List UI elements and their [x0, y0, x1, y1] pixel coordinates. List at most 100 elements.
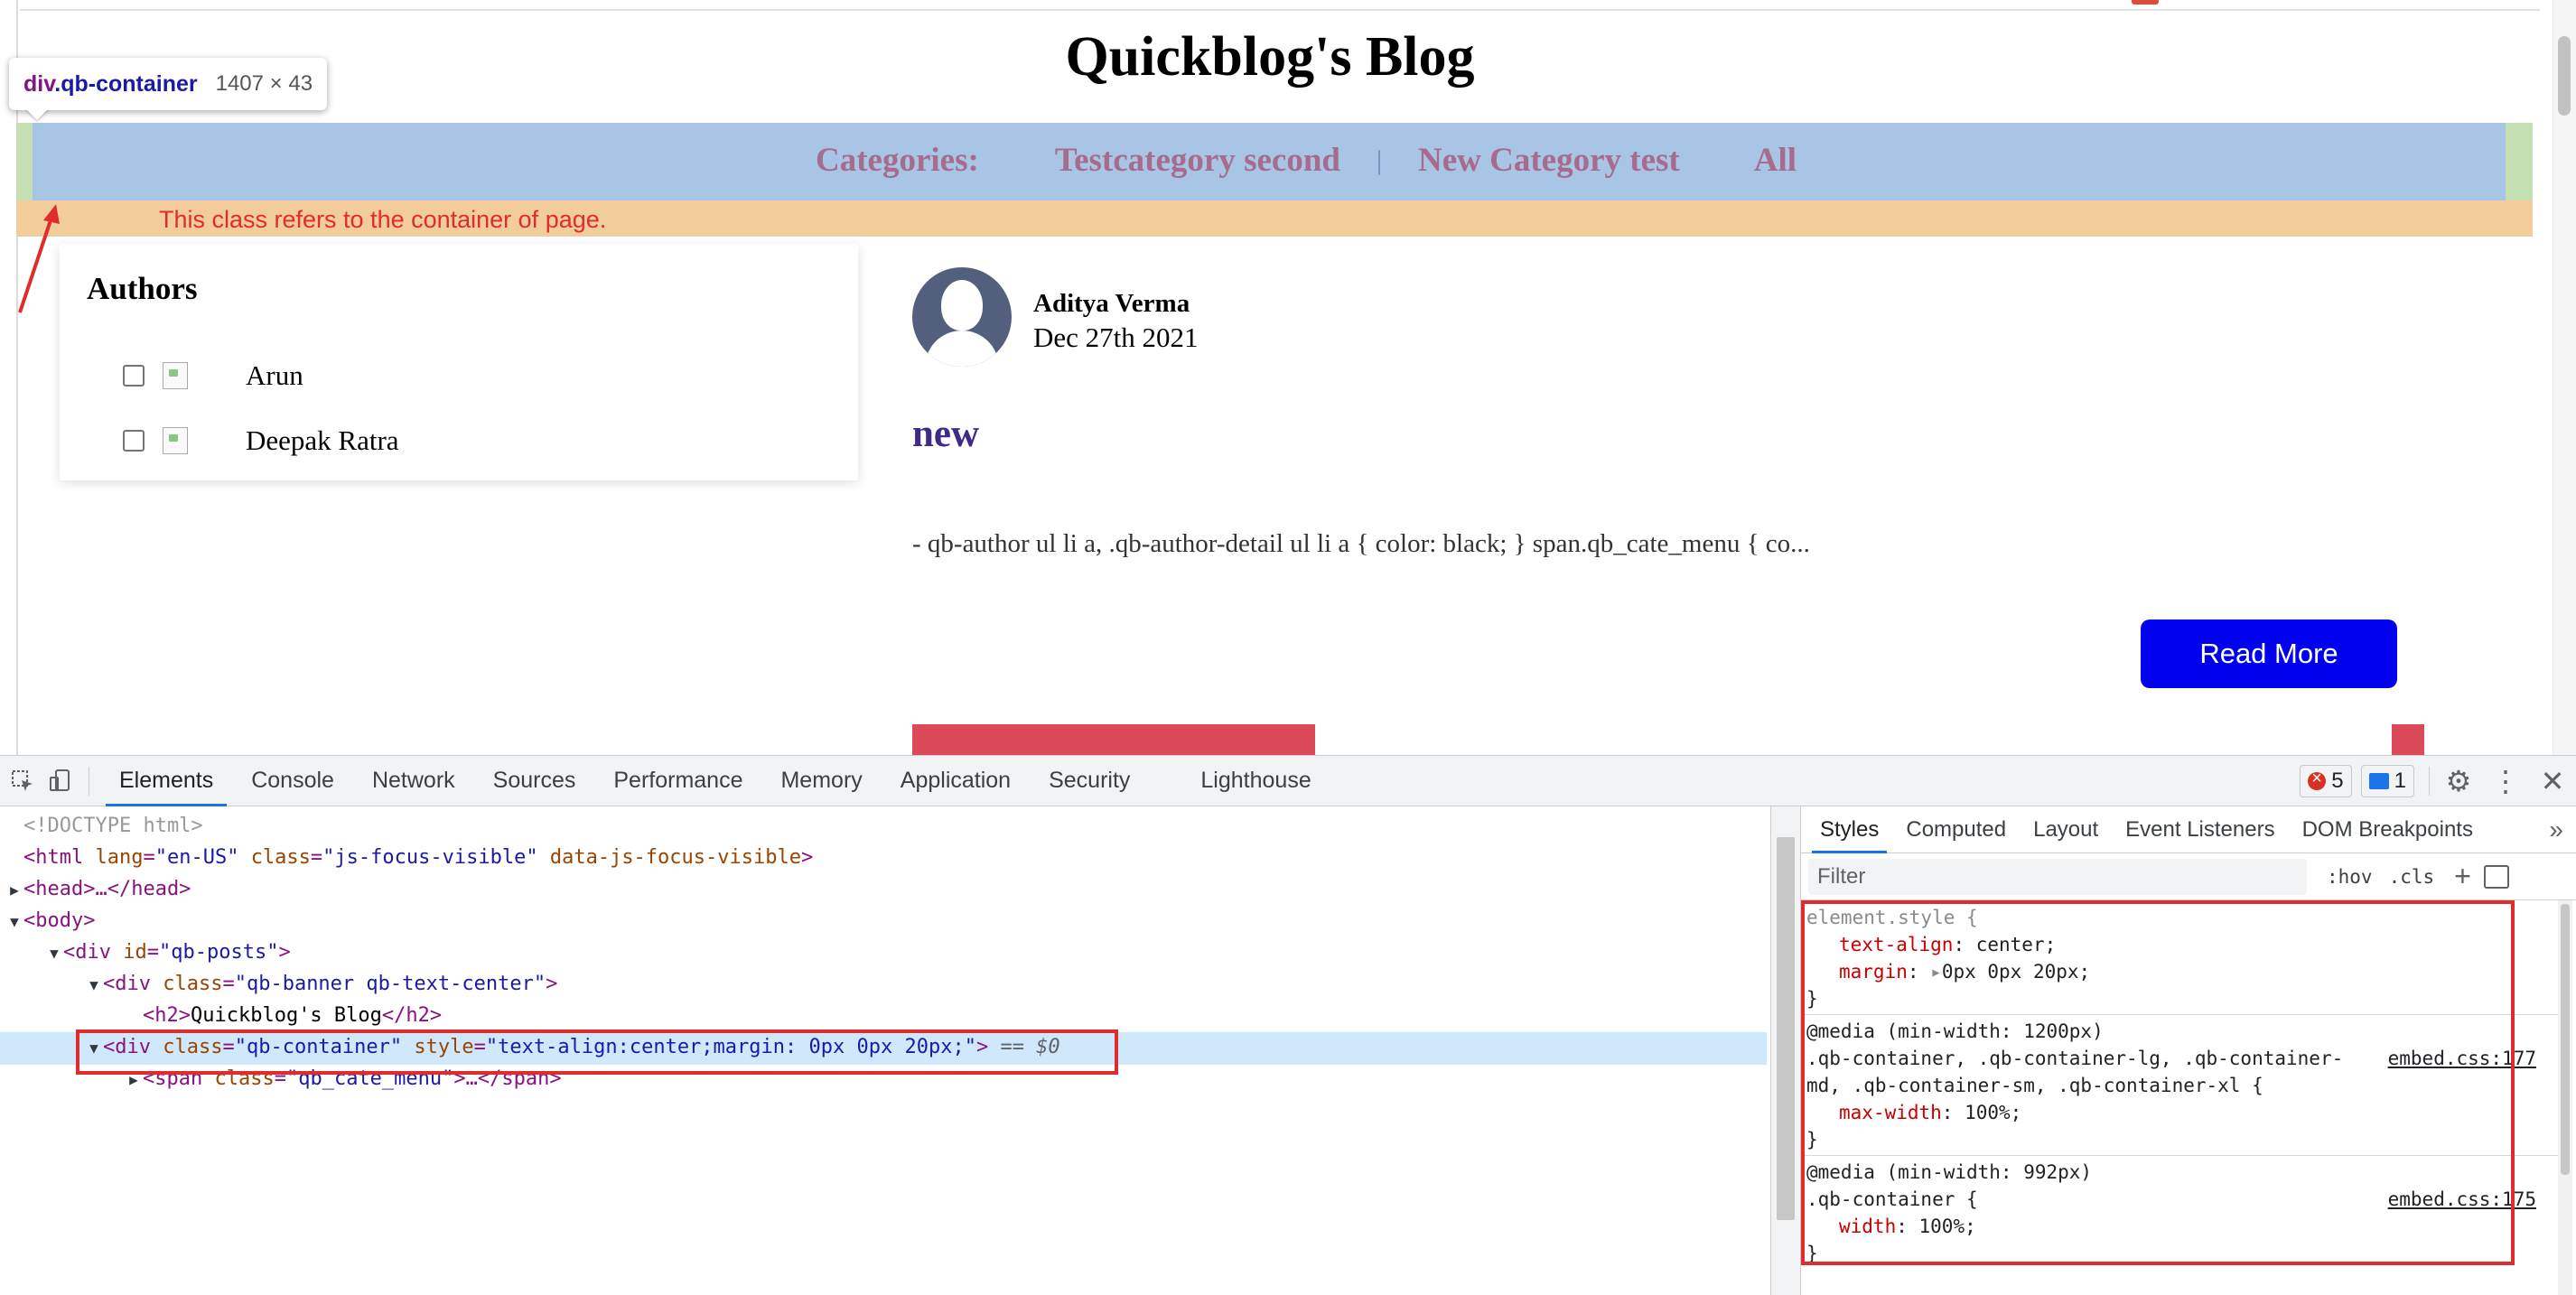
- attr-name: data-js-focus-visible: [549, 846, 801, 869]
- tag-open: <div: [63, 941, 111, 964]
- collapse-triangle-icon[interactable]: ▼: [5, 906, 23, 937]
- tag-close: >: [801, 846, 814, 869]
- tag-text: <head>…</head>: [23, 878, 191, 900]
- author-avatar: [912, 267, 1012, 367]
- broken-image-icon: [163, 427, 188, 454]
- tab-lighthouse[interactable]: Lighthouse: [1181, 756, 1330, 806]
- post-author: Aditya Verma: [1033, 289, 1190, 318]
- hover-state-toggle[interactable]: :hov: [2327, 866, 2373, 888]
- blog-title: Quickblog's Blog: [1065, 26, 1475, 88]
- tab-sources[interactable]: Sources: [474, 756, 595, 806]
- elements-pane-scrollbar[interactable]: [1770, 806, 1801, 1295]
- message-count-badge[interactable]: 1: [2360, 765, 2414, 797]
- more-options-icon[interactable]: ⋮: [2486, 761, 2525, 801]
- inspect-element-icon[interactable]: [7, 766, 38, 797]
- styles-scrollbar[interactable]: [2558, 900, 2572, 1295]
- tooltip-selector-tag: div: [23, 70, 55, 97]
- dom-node[interactable]: ▼ <body>: [5, 905, 95, 936]
- tab-layout[interactable]: Layout: [2020, 806, 2112, 853]
- authors-heading: Authors: [87, 271, 198, 306]
- next-post-banner-fragment: [2392, 724, 2424, 755]
- tab-security[interactable]: Security: [1030, 756, 1149, 806]
- settings-gear-icon[interactable]: ⚙: [2439, 761, 2478, 801]
- dom-node[interactable]: ▶ <head>…</head>: [5, 873, 191, 905]
- styles-scrollbar-thumb[interactable]: [2561, 904, 2570, 1175]
- dom-node[interactable]: <h2>Quickblog's Blog</h2>: [125, 1000, 442, 1031]
- tab-styles[interactable]: Styles: [1806, 806, 1892, 853]
- tag-text: <body>: [23, 909, 96, 932]
- tooltip-selector: div.qb-container: [23, 71, 198, 98]
- node-text: Quickblog's Blog: [190, 1004, 382, 1027]
- category-link-all[interactable]: All: [1754, 141, 1797, 180]
- dom-node[interactable]: <!DOCTYPE html>: [5, 810, 203, 842]
- tag-close: </h2>: [381, 1004, 443, 1027]
- more-tabs-chevron-icon[interactable]: »: [2549, 815, 2563, 844]
- category-link-new-category-test[interactable]: New Category test: [1418, 141, 1680, 180]
- read-more-button[interactable]: Read More: [2141, 620, 2397, 688]
- tag-open: <div: [103, 973, 151, 995]
- annotation-text: This class refers to the container of pa…: [159, 206, 607, 233]
- tab-console[interactable]: Console: [232, 756, 353, 806]
- devtools-panel: Elements Console Network Sources Perform…: [0, 755, 2576, 1295]
- device-toolbar-icon[interactable]: [45, 766, 76, 797]
- styles-filter-bar: Filter :hov .cls +: [1801, 853, 2576, 900]
- post-title[interactable]: new: [912, 412, 979, 456]
- post-date: Dec 27th 2021: [1033, 321, 1199, 353]
- attr-eq: =: [143, 846, 155, 869]
- author-checkbox[interactable]: [123, 430, 145, 452]
- category-menu: Categories: Testcategory second | New Ca…: [0, 141, 2576, 180]
- tab-network[interactable]: Network: [353, 756, 474, 806]
- tag-close: >: [278, 941, 291, 964]
- next-post-banner: [912, 724, 1315, 755]
- styles-annotation-box: [1801, 900, 2515, 1265]
- page-scrollbar-thumb[interactable]: [2558, 36, 2571, 116]
- left-border: [16, 0, 18, 755]
- tab-elements[interactable]: Elements: [100, 756, 232, 806]
- top-border: [20, 9, 2540, 11]
- new-style-rule-icon[interactable]: +: [2454, 860, 2471, 893]
- expand-triangle-icon[interactable]: ▶: [5, 874, 23, 906]
- error-icon: [2308, 769, 2327, 790]
- tab-computed[interactable]: Computed: [1892, 806, 2020, 853]
- styles-filter-input[interactable]: Filter: [1808, 858, 2307, 895]
- author-name[interactable]: Deepak Ratra: [246, 424, 399, 457]
- attr-eq: =: [222, 973, 235, 995]
- tab-memory[interactable]: Memory: [761, 756, 881, 806]
- attr-name: lang: [95, 846, 144, 869]
- dom-annotation-box: [76, 1029, 1118, 1075]
- author-name[interactable]: Arun: [246, 359, 303, 392]
- annotation-arrow-icon: [18, 204, 60, 313]
- error-count-badge[interactable]: 5: [2300, 765, 2352, 797]
- styles-tabbar: Styles Computed Layout Event Listeners D…: [1801, 806, 2576, 853]
- collapse-triangle-icon[interactable]: ▼: [85, 969, 103, 1001]
- elements-scrollbar-thumb[interactable]: [1777, 837, 1795, 1220]
- attr-value: "qb-posts": [158, 941, 279, 964]
- tag-open: <html: [23, 846, 84, 869]
- browser-tab-fragment: [2132, 0, 2159, 5]
- tab-application[interactable]: Application: [882, 756, 1030, 806]
- author-checkbox[interactable]: [123, 365, 145, 387]
- categories-label: Categories:: [816, 142, 979, 179]
- dom-tree-fade: [0, 1139, 1770, 1193]
- tab-dom-breakpoints[interactable]: DOM Breakpoints: [2289, 806, 2487, 853]
- close-devtools-icon[interactable]: ✕: [2533, 761, 2572, 801]
- styles-pane: Styles Computed Layout Event Listeners D…: [1801, 806, 2576, 1295]
- broken-image-icon: [163, 362, 188, 389]
- collapse-triangle-icon[interactable]: ▼: [45, 937, 63, 969]
- page-scrollbar[interactable]: [2553, 0, 2576, 755]
- dom-node[interactable]: ▼ <div id="qb-posts">: [45, 936, 291, 968]
- category-link-testcategory-second[interactable]: Testcategory second: [1055, 141, 1340, 180]
- class-toggle[interactable]: .cls: [2389, 866, 2435, 888]
- tag-close: >: [546, 973, 558, 995]
- dom-node[interactable]: ▼ <div class="qb-banner qb-text-center">: [85, 968, 557, 1000]
- element-hover-tooltip: div.qb-container 1407 × 43: [9, 58, 328, 110]
- tab-event-listeners[interactable]: Event Listeners: [2112, 806, 2288, 853]
- toggle-sidebar-icon[interactable]: [2483, 864, 2509, 889]
- tab-performance[interactable]: Performance: [594, 756, 761, 806]
- dom-node[interactable]: <html lang="en-US" class="js-focus-visib…: [5, 842, 813, 873]
